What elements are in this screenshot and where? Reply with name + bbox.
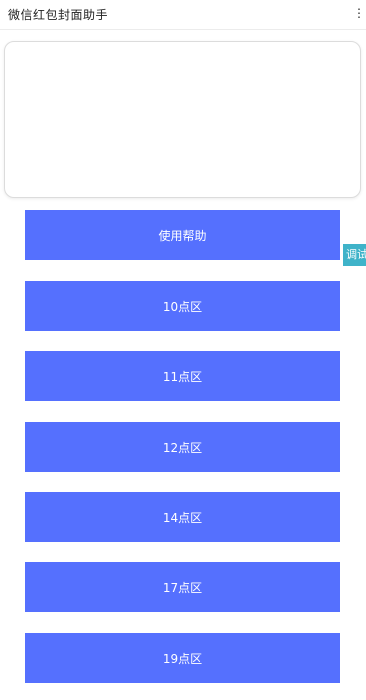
zone-19-button[interactable]: 19点区 [25,633,340,683]
page-title: 微信红包封面助手 [8,8,109,22]
zone-12-button[interactable]: 12点区 [25,422,340,472]
app-page: 微信红包封面助手 ⋮ 使用帮助 10点区 11点区 12点区 14点区 17点区… [0,0,366,700]
help-button[interactable]: 使用帮助 [25,210,340,260]
zone-11-button[interactable]: 11点区 [25,351,340,401]
zone-14-button[interactable]: 14点区 [25,492,340,542]
zone-10-button[interactable]: 10点区 [25,281,340,331]
zone-17-button[interactable]: 17点区 [25,562,340,612]
title-bar: 微信红包封面助手 ⋮ [0,0,366,30]
cover-preview-card [4,41,361,198]
debug-button[interactable]: 调试 [343,244,366,266]
more-icon[interactable]: ⋮ [353,6,365,20]
